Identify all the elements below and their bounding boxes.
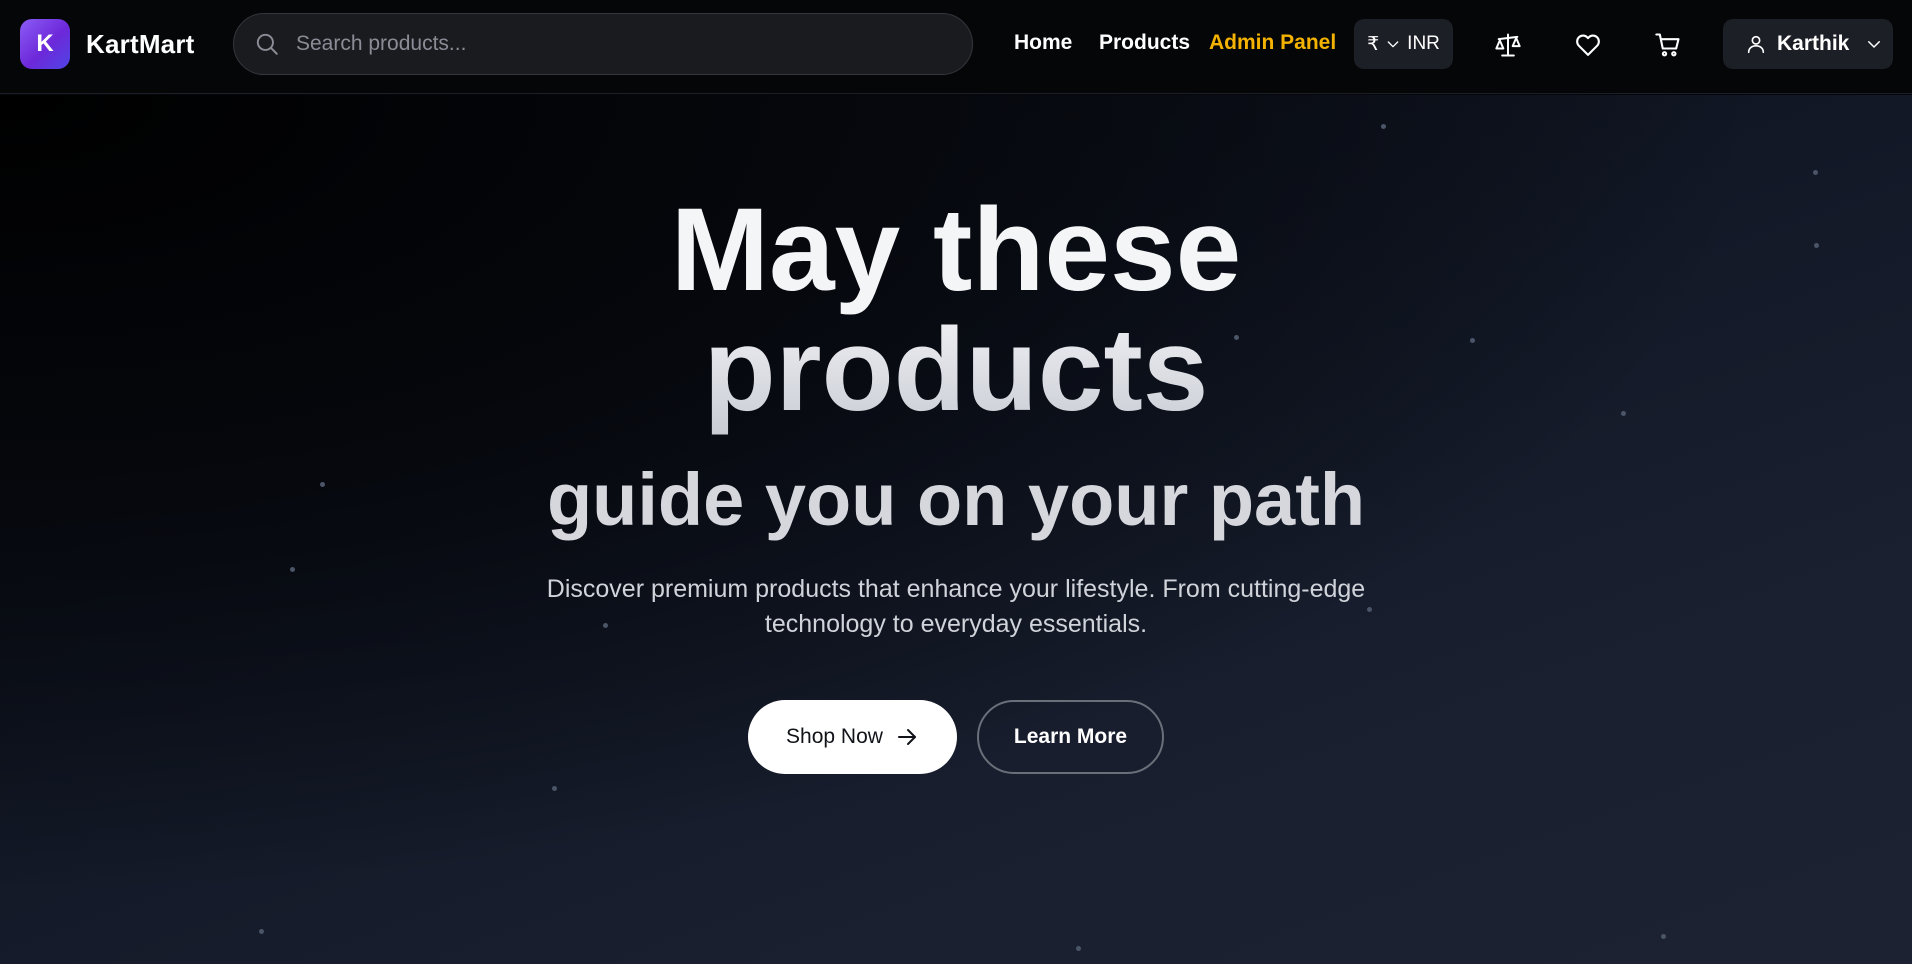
decorative-star [1076, 946, 1081, 951]
chevron-down-icon [1868, 41, 1881, 48]
hero-description-line-1: Discover premium products that enhance y… [546, 575, 1366, 603]
arrow-right-icon [897, 729, 916, 745]
currency-selector[interactable]: ₹ INR [1354, 19, 1453, 69]
compare-button[interactable] [1488, 25, 1528, 65]
currency-code: INR [1407, 33, 1440, 54]
decorative-star [1813, 170, 1818, 175]
nav-link-admin-panel[interactable]: Admin Panel [1209, 31, 1336, 55]
decorative-star [552, 786, 557, 791]
decorative-star [290, 567, 295, 572]
shop-now-label: Shop Now [786, 725, 883, 748]
brand-home-link[interactable]: K KartMart [20, 19, 195, 69]
brand-logo: K [20, 19, 70, 69]
hero-subheading: guide you on your path [546, 458, 1366, 541]
user-name: Karthik [1777, 32, 1850, 55]
learn-more-label: Learn More [1013, 725, 1128, 748]
hero-description: Discover premium products that enhance y… [536, 572, 1376, 642]
currency-symbol: ₹ [1367, 33, 1380, 55]
compare-scale-icon [1495, 33, 1521, 57]
hero-title-line-2: products [0, 305, 1912, 435]
search-icon [256, 33, 278, 55]
hero-title-line-1: May these [670, 184, 1242, 316]
hero-description-line-2: technology to everyday essentials. [764, 610, 1148, 638]
nav-link-home[interactable]: Home [1014, 31, 1072, 55]
user-menu-button[interactable]: Karthik [1723, 19, 1893, 69]
user-icon [1747, 35, 1765, 54]
heart-icon [1576, 34, 1600, 56]
shop-now-button[interactable]: Shop Now [748, 700, 957, 774]
brand-name: KartMart [86, 28, 195, 59]
decorative-star [259, 929, 264, 934]
learn-more-button[interactable]: Learn More [977, 700, 1164, 774]
decorative-star [1661, 934, 1666, 939]
search-bar[interactable] [233, 13, 973, 75]
wishlist-button[interactable] [1568, 25, 1608, 65]
decorative-star [1381, 124, 1386, 129]
chevron-down-icon [1387, 41, 1399, 48]
cart-icon [1655, 33, 1680, 57]
page: K KartMart Home Products Admin Panel ₹ I… [0, 0, 1912, 964]
cart-button[interactable] [1648, 25, 1688, 65]
top-navbar: K KartMart Home Products Admin Panel ₹ I… [0, 0, 1912, 94]
nav-link-products[interactable]: Products [1099, 31, 1190, 55]
brand-logo-letter: K [36, 30, 54, 57]
search-input[interactable] [296, 14, 972, 74]
